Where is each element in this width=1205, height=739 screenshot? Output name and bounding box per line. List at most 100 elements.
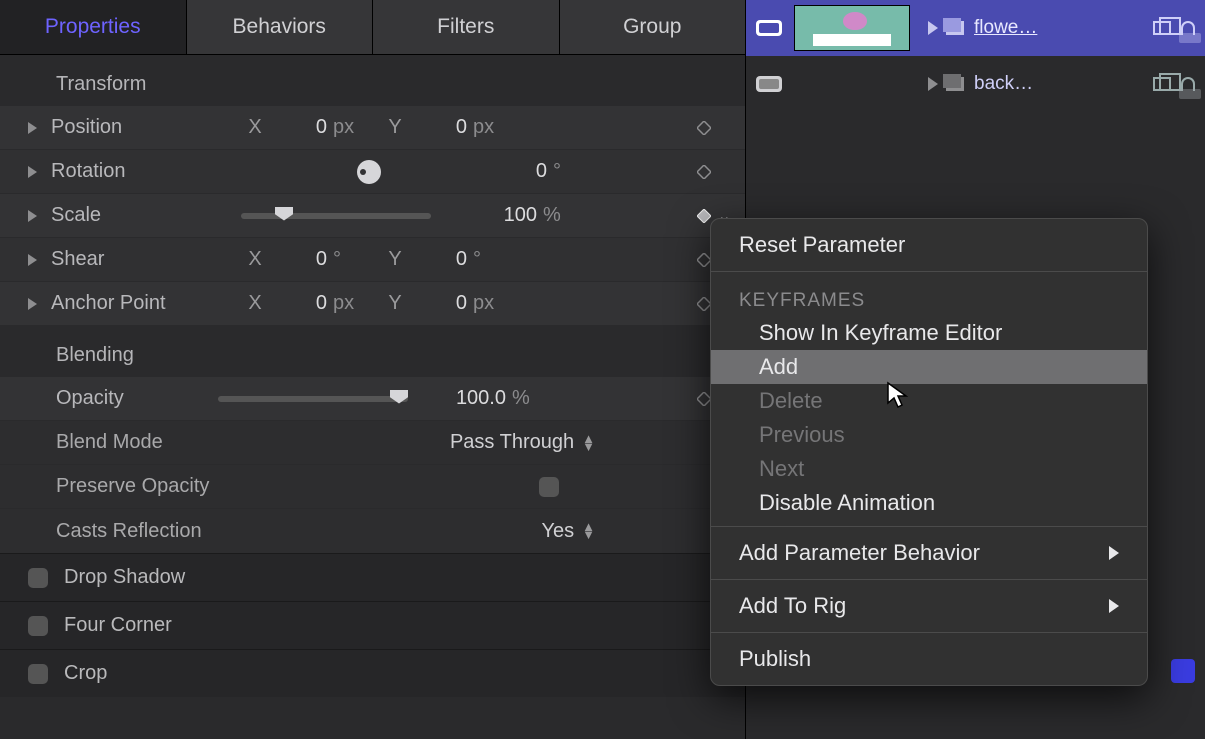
crop-checkbox[interactable] (28, 664, 48, 684)
menu-next-keyframe: Next (711, 452, 1147, 486)
casts-reflection-select[interactable]: Yes (541, 520, 574, 543)
position-x-unit: px (327, 116, 361, 139)
disclose-scale-icon[interactable] (28, 210, 37, 222)
blend-mode-label: Blend Mode (56, 431, 246, 454)
group-icon (946, 77, 964, 91)
tab-properties[interactable]: Properties (0, 0, 187, 54)
rotation-dial[interactable] (357, 160, 381, 184)
row-drop-shadow[interactable]: Drop Shadow (0, 553, 745, 601)
row-opacity: Opacity 100.0 % (0, 377, 745, 421)
position-y-value[interactable]: 0 (409, 116, 467, 139)
disclose-shear-icon[interactable] (28, 254, 37, 266)
section-transform-label: Transform (0, 55, 745, 106)
lock-icon[interactable] (1181, 21, 1195, 35)
keyframe-position-icon[interactable] (697, 121, 711, 135)
menu-publish[interactable]: Publish (711, 639, 1147, 679)
disclose-layer-icon[interactable] (928, 21, 938, 35)
opacity-value[interactable]: 100.0 (426, 387, 506, 410)
inspector-panel: Properties Behaviors Filters Group Trans… (0, 0, 745, 739)
position-x-value[interactable]: 0 (269, 116, 327, 139)
layer-row-flower[interactable]: flowe… (746, 0, 1205, 56)
blend-mode-select[interactable]: Pass Through (450, 431, 574, 454)
updown-icon[interactable]: ▲▼ (582, 523, 595, 539)
row-position: Position X 0 px Y 0 px (0, 106, 745, 150)
row-four-corner[interactable]: Four Corner (0, 601, 745, 649)
position-x-axis: X (241, 116, 269, 139)
scale-slider-thumb[interactable] (275, 207, 293, 221)
tab-filters[interactable]: Filters (373, 0, 560, 54)
disclose-position-icon[interactable] (28, 122, 37, 134)
row-preserve-opacity: Preserve Opacity (0, 465, 745, 509)
keyframe-scale-icon[interactable] (697, 209, 711, 223)
menu-add-parameter-behavior[interactable]: Add Parameter Behavior (711, 533, 1147, 573)
row-crop[interactable]: Crop (0, 649, 745, 697)
rotation-label: Rotation (51, 160, 241, 183)
inspector-tabs: Properties Behaviors Filters Group (0, 0, 745, 55)
row-rotation: Rotation 0 ° (0, 150, 745, 194)
animation-context-menu: Reset Parameter KEYFRAMES Show In Keyfra… (710, 218, 1148, 686)
menu-previous-keyframe: Previous (711, 418, 1147, 452)
layer-name[interactable]: back… (974, 73, 1153, 95)
keyframe-opacity-icon[interactable] (697, 392, 711, 406)
row-scale: Scale 100 % ⌄ (0, 194, 745, 238)
submenu-arrow-icon (1109, 599, 1119, 613)
isolate-icon[interactable] (1153, 21, 1171, 35)
shear-y-unit: ° (467, 248, 501, 271)
keyframe-shear-icon[interactable] (697, 253, 711, 267)
opacity-unit: % (506, 387, 540, 410)
position-y-unit: px (467, 116, 501, 139)
shear-y-axis: Y (381, 248, 409, 271)
row-anchor-point: Anchor Point X 0 px Y 0 px (0, 282, 745, 326)
menu-reset-parameter[interactable]: Reset Parameter (711, 225, 1147, 265)
preserve-opacity-checkbox[interactable] (539, 477, 559, 497)
disclose-anchor-icon[interactable] (28, 298, 37, 310)
opacity-slider-thumb[interactable] (390, 390, 408, 404)
shear-label: Shear (51, 248, 241, 271)
crop-label: Crop (64, 662, 107, 685)
lock-icon[interactable] (1181, 77, 1195, 91)
scale-label: Scale (51, 204, 241, 227)
layer-name[interactable]: flowe… (974, 17, 1153, 39)
casts-reflection-label: Casts Reflection (56, 520, 246, 543)
shear-x-value[interactable]: 0 (269, 248, 327, 271)
menu-separator (711, 632, 1147, 633)
menu-disable-animation[interactable]: Disable Animation (711, 486, 1147, 520)
updown-icon[interactable]: ▲▼ (582, 435, 595, 451)
row-shear: Shear X 0 ° Y 0 ° (0, 238, 745, 282)
preserve-opacity-label: Preserve Opacity (56, 475, 539, 498)
keyframe-rotation-icon[interactable] (697, 165, 711, 179)
tab-group[interactable]: Group (560, 0, 746, 54)
menu-separator (711, 271, 1147, 272)
timing-pane-icon[interactable] (1171, 659, 1195, 683)
four-corner-checkbox[interactable] (28, 616, 48, 636)
disclose-rotation-icon[interactable] (28, 166, 37, 178)
rotation-unit: ° (547, 160, 581, 183)
scale-slider[interactable] (241, 213, 431, 219)
layer-thumbnail (794, 5, 910, 51)
shear-y-value[interactable]: 0 (409, 248, 467, 271)
shear-x-unit: ° (327, 248, 361, 271)
rotation-value[interactable]: 0 (489, 160, 547, 183)
anchor-label: Anchor Point (51, 292, 241, 315)
keyframe-anchor-icon[interactable] (697, 297, 711, 311)
menu-add-to-rig[interactable]: Add To Rig (711, 586, 1147, 626)
drop-shadow-label: Drop Shadow (64, 566, 185, 589)
menu-show-in-keyframe-editor[interactable]: Show In Keyframe Editor (711, 316, 1147, 350)
tab-behaviors[interactable]: Behaviors (187, 0, 374, 54)
opacity-slider[interactable] (218, 396, 408, 402)
drop-shadow-checkbox[interactable] (28, 568, 48, 588)
visibility-toggle-icon[interactable] (756, 20, 782, 36)
menu-heading-keyframes: KEYFRAMES (711, 278, 1147, 316)
group-icon (946, 21, 964, 35)
disclose-layer-icon[interactable] (928, 77, 938, 91)
row-casts-reflection: Casts Reflection Yes ▲▼ (0, 509, 745, 553)
anchor-y-value[interactable]: 0 (409, 292, 467, 315)
menu-separator (711, 526, 1147, 527)
isolate-icon[interactable] (1153, 77, 1171, 91)
menu-add-keyframe[interactable]: Add (711, 350, 1147, 384)
scale-value[interactable]: 100 (467, 204, 537, 227)
visibility-toggle-icon[interactable] (756, 76, 782, 92)
anchor-x-value[interactable]: 0 (269, 292, 327, 315)
layer-row-background[interactable]: back… (746, 56, 1205, 112)
menu-delete-keyframe: Delete (711, 384, 1147, 418)
